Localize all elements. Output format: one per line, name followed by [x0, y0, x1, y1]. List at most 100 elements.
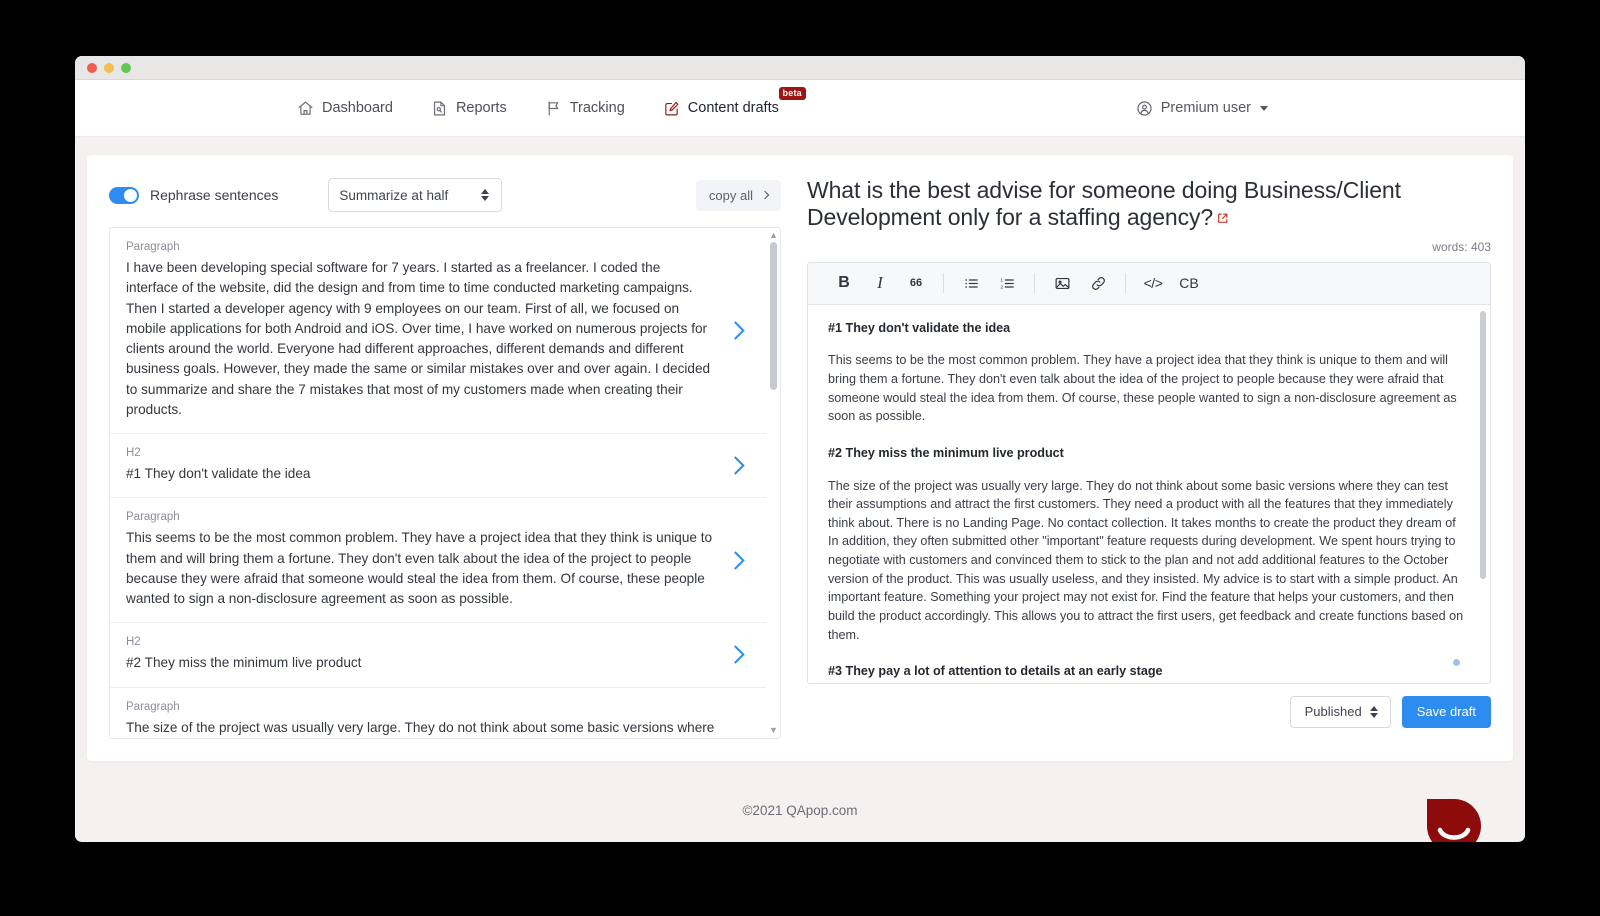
copy-all-label: copy all	[708, 187, 753, 203]
nav-item-dashboard[interactable]: Dashboard	[297, 100, 393, 117]
toolbar-divider	[1125, 273, 1126, 294]
user-circle-icon	[1136, 100, 1153, 117]
page-title-text: What is the best advise for someone doin…	[807, 177, 1401, 230]
editor-content[interactable]: #1 They don't validate the idea This see…	[808, 305, 1490, 683]
report-icon	[431, 100, 448, 117]
block-text: #2 They miss the minimum live product	[126, 655, 362, 671]
nav-item-tracking[interactable]: Tracking	[545, 100, 625, 117]
toggle-label: Rephrase sentences	[150, 187, 279, 203]
editor-actions: Published Save draft	[807, 695, 1491, 728]
save-draft-button[interactable]: Save draft	[1401, 695, 1491, 728]
nav-label: Dashboard	[322, 100, 393, 116]
footer: ©2021 QApop.com	[87, 761, 1513, 842]
qapop-logo	[1425, 797, 1483, 842]
external-link-icon[interactable]	[1216, 204, 1229, 223]
image-button[interactable]	[1044, 268, 1080, 298]
blockquote-button[interactable]: 66	[898, 268, 934, 298]
block-content: H2 #1 They don't validate the idea	[126, 447, 729, 484]
link-button[interactable]	[1080, 268, 1116, 298]
rephrase-sentences-toggle[interactable]: Rephrase sentences	[109, 186, 279, 204]
block-kind: Paragraph	[126, 700, 180, 713]
publish-status-select[interactable]: Published	[1289, 695, 1391, 728]
home-icon	[297, 100, 314, 117]
list-item[interactable]: Paragraph This seems to be the most comm…	[110, 498, 766, 624]
copyright-text: ©2021 QApop.com	[742, 802, 858, 818]
top-navigation: Dashboard Reports Tracking Content draft…	[75, 80, 1525, 137]
scroll-up-arrow-icon[interactable]: ▲	[769, 231, 778, 240]
summarize-mode-select[interactable]: Summarize at half	[328, 178, 503, 212]
chevron-down-icon	[1260, 105, 1268, 111]
rich-text-editor: B I 66 1 2 </> CB #1 They don't validate…	[807, 261, 1491, 684]
window-titlebar	[75, 56, 1525, 80]
left-toolbar: Rephrase sentences Summarize at half cop…	[109, 175, 781, 215]
block-kind: Paragraph	[126, 241, 180, 253]
copy-all-button[interactable]: copy all	[695, 179, 781, 211]
chevron-right-icon[interactable]	[726, 456, 745, 475]
beta-badge: beta	[778, 86, 806, 100]
block-content: Paragraph I have been developing special…	[126, 241, 729, 420]
flag-icon	[545, 100, 562, 117]
editor-collab-cursor	[1453, 658, 1460, 666]
list-item[interactable]: H2 #1 They don't validate the idea	[110, 434, 766, 499]
right-panel: What is the best advise for someone doin…	[807, 175, 1491, 761]
left-panel: Rephrase sentences Summarize at half cop…	[109, 175, 781, 761]
block-text: The size of the project was usually very…	[126, 719, 715, 735]
toolbar-divider	[943, 273, 944, 294]
bold-button[interactable]: B	[826, 268, 862, 298]
page-body: Rephrase sentences Summarize at half cop…	[75, 137, 1525, 842]
blocks-list: Paragraph I have been developing special…	[109, 227, 781, 739]
list-item[interactable]: Paragraph The size of the project was us…	[110, 688, 766, 739]
svg-text:1: 1	[1000, 277, 1003, 283]
publish-status-value: Published	[1304, 704, 1362, 720]
code-button[interactable]: </>	[1135, 268, 1171, 298]
page-title: What is the best advise for someone doin…	[807, 177, 1491, 231]
nav-label: Reports	[455, 100, 507, 116]
chevron-right-icon[interactable]	[726, 321, 745, 340]
blocks-scroll-area: Paragraph I have been developing special…	[110, 228, 780, 738]
nav-label: Content drafts	[687, 100, 779, 116]
chevron-right-icon	[760, 190, 770, 200]
nav-label: Tracking	[569, 100, 625, 116]
code-block-button[interactable]: CB	[1171, 268, 1207, 298]
toolbar-divider	[1034, 273, 1035, 294]
select-arrows-icon	[481, 189, 490, 201]
select-arrows-icon	[1369, 705, 1378, 718]
block-kind: H2	[126, 447, 141, 459]
browser-window: Dashboard Reports Tracking Content draft…	[75, 56, 1525, 842]
editor-paragraph: This seems to be the most common problem…	[828, 353, 1457, 424]
content-card: Rephrase sentences Summarize at half cop…	[87, 155, 1513, 761]
block-text: #1 They don't validate the idea	[126, 466, 311, 481]
blocks-scrollbar-thumb[interactable]	[770, 242, 777, 390]
block-kind: Paragraph	[126, 511, 180, 524]
summarize-mode-value: Summarize at half	[339, 187, 449, 203]
scroll-down-arrow-icon[interactable]: ▼	[769, 726, 778, 735]
list-item[interactable]: Paragraph I have been developing special…	[110, 228, 766, 434]
editor-heading: #1 They don't validate the idea	[828, 320, 1011, 335]
nav-items: Dashboard Reports Tracking Content draft…	[297, 86, 806, 117]
edit-square-icon	[663, 100, 680, 117]
user-menu[interactable]: Premium user	[1136, 100, 1268, 117]
numbered-list-button[interactable]: 1 2	[989, 268, 1025, 298]
svg-text:2: 2	[1000, 284, 1003, 290]
editor-toolbar: B I 66 1 2 </> CB	[808, 262, 1490, 305]
chevron-right-icon[interactable]	[726, 645, 745, 665]
nav-item-reports[interactable]: Reports	[431, 100, 507, 117]
window-minimize-button[interactable]	[104, 62, 114, 73]
editor-scrollbar-thumb[interactable]	[1480, 310, 1486, 579]
editor-paragraph: The size of the project was usually very…	[828, 478, 1464, 642]
block-text: I have been developing special software …	[126, 260, 711, 417]
block-text: This seems to be the most common problem…	[126, 530, 713, 606]
list-item[interactable]: H2 #2 They miss the minimum live product	[110, 623, 766, 688]
window-maximize-button[interactable]	[121, 62, 131, 73]
italic-button[interactable]: I	[862, 268, 898, 298]
chevron-right-icon[interactable]	[726, 551, 745, 570]
bullet-list-button[interactable]	[953, 268, 989, 298]
window-close-button[interactable]	[87, 62, 97, 73]
toggle-switch[interactable]	[109, 186, 139, 204]
word-count: words: 403	[1432, 239, 1491, 254]
editor-heading: #3 They pay a lot of attention to detail…	[828, 664, 1163, 679]
nav-item-content-drafts[interactable]: Content drafts beta	[663, 86, 806, 117]
block-content: Paragraph This seems to be the most comm…	[126, 511, 729, 609]
block-content: H2 #2 They miss the minimum live product	[126, 636, 729, 673]
block-kind: H2	[126, 636, 141, 649]
